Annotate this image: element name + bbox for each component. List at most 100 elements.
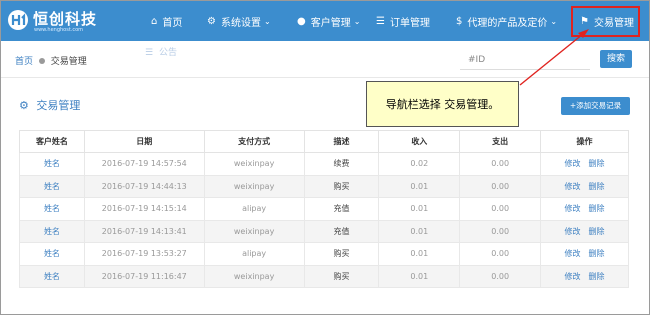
date-cell: 2016-07-19 14:15:14 (83, 197, 205, 221)
delete-link[interactable]: 删除 (589, 159, 605, 168)
delete-link[interactable]: 删除 (589, 204, 605, 213)
list-icon: ☰ (376, 15, 385, 27)
search-input[interactable] (460, 50, 590, 70)
chevron-down-icon: ⌄ (353, 16, 361, 26)
column-header: 描述 (303, 130, 380, 153)
nav-agent-products-label: 代理的产品及定价 (467, 17, 548, 29)
income-cell: 0.01 (378, 219, 461, 243)
income-cell: 0.02 (378, 152, 461, 176)
date-cell: 2016-07-19 13:53:27 (83, 242, 205, 266)
customer-name-link[interactable]: 姓名 (19, 197, 85, 221)
top-navbar: 恒创科技 www.henghost.com ⌂ 首页 ⚙ 系统设置 ⌄ ● 客户… (1, 1, 649, 41)
brand-logo[interactable]: 恒创科技 www.henghost.com (7, 7, 117, 35)
column-header: 支出 (459, 130, 542, 153)
expense-cell: 0.00 (459, 152, 542, 176)
section-title: ⚙ 交易管理 (19, 97, 80, 113)
column-header: 客户姓名 (19, 130, 85, 153)
table-row: 姓名 2016-07-19 14:44:13 weixinpay 购买 0.01… (19, 174, 629, 198)
nav-agent-products[interactable]: $ 代理的产品及定价 ⌄ (456, 1, 557, 41)
dollar-icon: $ (456, 15, 463, 27)
date-cell: 2016-07-19 14:44:13 (83, 174, 205, 198)
transactions-table: 客户姓名 日期 支付方式 描述 收入 支出 操作 姓名 2016-07-19 1… (19, 130, 629, 288)
table-row: 姓名 2016-07-19 11:16:47 weixinpay 购买 0.01… (19, 264, 629, 288)
edit-link[interactable]: 修改 (565, 182, 581, 191)
nav-trades[interactable]: ⚑ 交易管理 (571, 6, 640, 37)
notice-label: 公告 (158, 48, 177, 58)
home-icon: ⌂ (151, 15, 158, 27)
payment-method-cell: alipay (203, 197, 305, 221)
delete-link[interactable]: 删除 (589, 182, 605, 191)
nav-orders-label: 订单管理 (389, 17, 430, 29)
delete-link[interactable]: 删除 (589, 227, 605, 236)
description-cell: 充值 (303, 197, 380, 221)
date-cell: 2016-07-19 14:13:41 (83, 219, 205, 243)
nav-orders[interactable]: ☰ 订单管理 (376, 1, 430, 41)
description-cell: 续费 (303, 152, 380, 176)
delete-link[interactable]: 删除 (589, 272, 605, 281)
expense-cell: 0.00 (459, 242, 542, 266)
edit-link[interactable]: 修改 (565, 227, 581, 236)
table-row: 姓名 2016-07-19 14:57:54 weixinpay 续费 0.02… (19, 152, 629, 176)
nav-home-label: 首页 (162, 17, 183, 29)
customer-name-link[interactable]: 姓名 (19, 152, 85, 176)
column-header: 日期 (83, 130, 205, 153)
breadcrumb-current: 交易管理 (50, 57, 87, 67)
income-cell: 0.01 (378, 242, 461, 266)
column-header: 收入 (378, 130, 461, 153)
nav-customers[interactable]: ● 客户管理 ⌄ (297, 1, 360, 41)
payment-method-cell: weixinpay (203, 174, 305, 198)
breadcrumb-separator (38, 58, 45, 64)
income-cell: 0.01 (378, 197, 461, 221)
gear-icon: ⚙ (207, 15, 216, 27)
notice-link[interactable]: ☰ 公告 (145, 45, 177, 58)
breadcrumb-home[interactable]: 首页 (15, 57, 33, 67)
customer-name-link[interactable]: 姓名 (19, 264, 85, 288)
nav-settings-label: 系统设置 (220, 17, 261, 29)
nav-settings[interactable]: ⚙ 系统设置 ⌄ (207, 1, 271, 41)
nav-home[interactable]: ⌂ 首页 (151, 1, 182, 41)
brand-name: 恒创科技 (33, 10, 98, 28)
add-transaction-button[interactable]: +添加交易记录 (561, 97, 630, 115)
breadcrumb: 首页 交易管理 (15, 54, 87, 67)
table-row: 姓名 2016-07-19 13:53:27 alipay 购买 0.01 0.… (19, 242, 629, 266)
actions-cell: 修改 删除 (540, 197, 629, 221)
customer-name-link[interactable]: 姓名 (19, 174, 85, 198)
search-button[interactable]: 搜索 (600, 50, 632, 68)
payment-method-cell: weixinpay (203, 264, 305, 288)
table-row: 姓名 2016-07-19 14:13:41 weixinpay 充值 0.01… (19, 219, 629, 243)
chevron-down-icon: ⌄ (263, 16, 271, 26)
description-cell: 充值 (303, 219, 380, 243)
actions-cell: 修改 删除 (540, 242, 629, 266)
nav-trades-label: 交易管理 (593, 18, 634, 29)
delete-link[interactable]: 删除 (589, 249, 605, 258)
column-header: 操作 (540, 130, 629, 153)
payment-method-cell: weixinpay (203, 152, 305, 176)
description-cell: 购买 (303, 242, 380, 266)
chevron-down-icon: ⌄ (550, 16, 558, 26)
gear-icon: ⚙ (19, 99, 29, 112)
description-cell: 购买 (303, 174, 380, 198)
customer-name-link[interactable]: 姓名 (19, 219, 85, 243)
expense-cell: 0.00 (459, 264, 542, 288)
table-header-row: 客户姓名 日期 支付方式 描述 收入 支出 操作 (19, 130, 629, 153)
edit-link[interactable]: 修改 (565, 272, 581, 281)
actions-cell: 修改 删除 (540, 264, 629, 288)
section-title-label: 交易管理 (36, 99, 81, 112)
user-icon: ● (297, 15, 306, 27)
logo-icon (8, 10, 28, 30)
actions-cell: 修改 删除 (540, 152, 629, 176)
payment-method-cell: weixinpay (203, 219, 305, 243)
actions-cell: 修改 删除 (540, 174, 629, 198)
expense-cell: 0.00 (459, 219, 542, 243)
income-cell: 0.01 (378, 264, 461, 288)
expense-cell: 0.00 (459, 174, 542, 198)
expense-cell: 0.00 (459, 197, 542, 221)
tag-icon: ⚑ (580, 16, 589, 27)
edit-link[interactable]: 修改 (565, 249, 581, 258)
edit-link[interactable]: 修改 (565, 204, 581, 213)
annotation-callout: 导航栏选择 交易管理。 (366, 81, 519, 127)
customer-name-link[interactable]: 姓名 (19, 242, 85, 266)
date-cell: 2016-07-19 11:16:47 (83, 264, 205, 288)
table-row: 姓名 2016-07-19 14:15:14 alipay 充值 0.01 0.… (19, 197, 629, 221)
edit-link[interactable]: 修改 (565, 159, 581, 168)
